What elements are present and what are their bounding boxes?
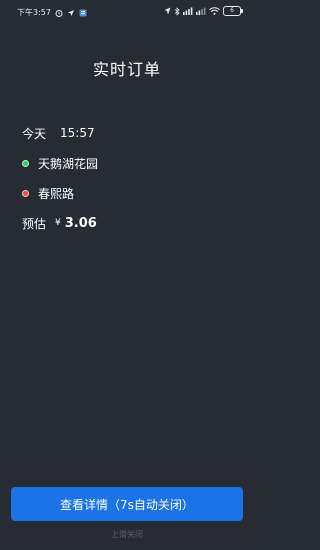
destination-row: 春熙路 — [22, 185, 98, 201]
app-notification-icon — [79, 9, 87, 17]
destination-location: 春熙路 — [38, 186, 75, 201]
status-bar-right: 6 — [164, 6, 243, 16]
status-time: 下午3:57 — [17, 8, 51, 17]
order-day: 今天 — [22, 126, 47, 141]
page-title: 实时订单 — [92, 60, 161, 79]
status-bar-left: 下午3:57 — [17, 7, 87, 18]
currency-symbol: ¥ — [55, 218, 61, 228]
status-bar: 下午3:57 6 — [0, 0, 254, 22]
estimate-amount: 3.06 — [64, 215, 97, 231]
signal-icon — [183, 7, 193, 15]
signal-icon-2 — [196, 7, 206, 15]
start-location: 天鹅湖花园 — [38, 156, 99, 171]
order-card: 今天 15:57 天鹅湖花园 春熙路 预估 ¥ 3.06 — [22, 125, 98, 231]
wifi-icon — [209, 7, 220, 15]
start-location-row: 天鹅湖花园 — [22, 155, 98, 171]
navigation-icon — [164, 7, 171, 15]
swipe-up-close-hint[interactable]: 上滑关闭 — [0, 529, 254, 540]
destination-dot-icon — [22, 189, 29, 197]
view-details-button[interactable]: 查看详情（7s自动关闭） — [11, 487, 243, 521]
location-arrow-icon — [67, 9, 75, 17]
alarm-icon — [55, 9, 63, 17]
bluetooth-icon — [174, 6, 180, 16]
start-dot-icon — [22, 159, 29, 167]
order-time: 15:57 — [60, 126, 95, 140]
estimate-row: 预估 ¥ 3.06 — [22, 215, 98, 231]
battery-icon: 6 — [223, 6, 243, 16]
order-time-row: 今天 15:57 — [22, 125, 98, 141]
estimate-label: 预估 — [22, 216, 47, 231]
